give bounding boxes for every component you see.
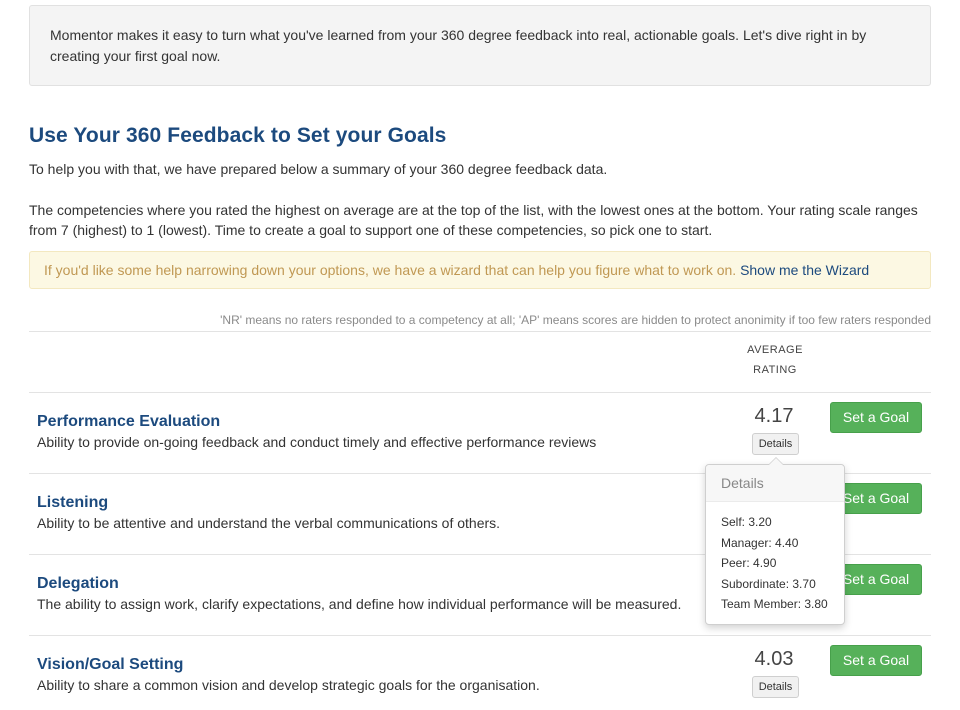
table-divider (29, 331, 931, 332)
show-wizard-link[interactable]: Show me the Wizard (740, 262, 869, 278)
page-title: Use Your 360 Feedback to Set your Goals (29, 124, 447, 147)
popover-body: Self: 3.20 Manager: 4.40 Peer: 4.90 Subo… (706, 502, 844, 615)
intro-banner: Momentor makes it easy to turn what you'… (29, 5, 931, 86)
competency-title[interactable]: Performance Evaluation (37, 413, 220, 431)
wizard-text: If you'd like some help narrowing down y… (44, 262, 737, 278)
competency-description: The ability to assign work, clarify expe… (37, 596, 682, 612)
popover-title: Details (706, 465, 844, 502)
competency-description: Ability to be attentive and understand t… (37, 515, 501, 531)
competency-description: Ability to provide on-going feedback and… (37, 434, 597, 450)
set-goal-button[interactable]: Set a Goal (830, 402, 922, 433)
intro-text: Momentor makes it easy to turn what you'… (50, 27, 867, 64)
average-rating-header: AVERAGE RATING (735, 340, 815, 380)
competency-row: Performance Evaluation Ability to provid… (29, 392, 931, 473)
competency-description: Ability to share a common vision and dev… (37, 677, 540, 693)
average-rating-value: 4.17 (754, 405, 794, 427)
score-peer: Peer: 4.90 (721, 556, 777, 570)
header-line-average: AVERAGE (747, 344, 803, 356)
score-self: Self: 3.20 (721, 515, 772, 529)
instructions-paragraph: The competencies where you rated the hig… (29, 202, 918, 238)
competency-row: Vision/Goal Setting Ability to share a c… (29, 635, 931, 710)
wizard-alert: If you'd like some help narrowing down y… (29, 251, 931, 289)
popover-arrow (768, 457, 784, 465)
details-button[interactable]: Details (752, 676, 799, 698)
set-goal-button[interactable]: Set a Goal (830, 645, 922, 676)
score-subordinate: Subordinate: 3.70 (721, 576, 816, 591)
rating-legend-note: 'NR' means no raters responded to a comp… (220, 313, 931, 327)
header-line-rating: RATING (753, 364, 797, 376)
competency-title[interactable]: Listening (37, 494, 108, 512)
details-popover: Details Self: 3.20 Manager: 4.40 Peer: 4… (705, 457, 845, 625)
score-team-member: Team Member: 3.80 (721, 597, 828, 611)
competency-title[interactable]: Delegation (37, 575, 119, 593)
summary-paragraph: To help you with that, we have prepared … (29, 161, 608, 177)
details-button[interactable]: Details (752, 433, 799, 455)
average-rating-value: 4.03 (754, 648, 794, 670)
score-manager: Manager: 4.40 (721, 535, 799, 550)
competency-title[interactable]: Vision/Goal Setting (37, 656, 183, 674)
